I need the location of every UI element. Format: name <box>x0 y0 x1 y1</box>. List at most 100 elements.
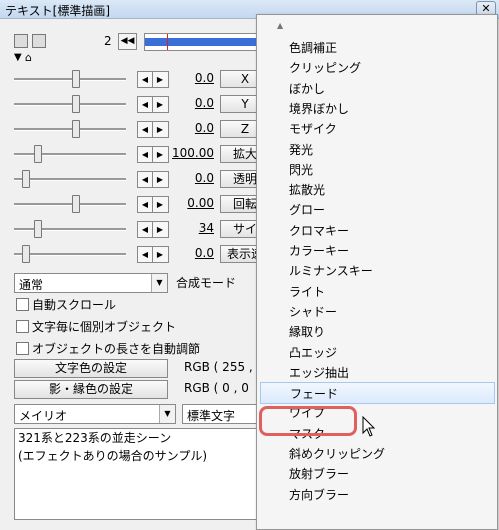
menu-item[interactable]: ライト <box>257 281 497 301</box>
increment-icon[interactable]: ▶ <box>153 247 167 262</box>
scroll-up-icon[interactable]: ▲ <box>277 21 283 30</box>
slider-knob[interactable] <box>72 120 80 138</box>
menu-item[interactable]: シャドー <box>257 301 497 321</box>
slider-knob[interactable] <box>34 220 42 238</box>
menu-item[interactable]: 拡散光 <box>257 179 497 199</box>
menu-item[interactable]: 凸エッジ <box>257 342 497 362</box>
menu-item-label: モザイク <box>289 122 337 137</box>
increment-icon[interactable]: ▶ <box>153 172 167 187</box>
parameter-value[interactable]: 0.0 <box>172 121 214 135</box>
menu-item[interactable]: 色調補正 <box>257 37 497 57</box>
menu-item-label: 発光 <box>289 142 314 157</box>
timeline-bar[interactable] <box>144 33 266 51</box>
slider-track[interactable] <box>14 78 126 81</box>
increment-icon[interactable]: ▶ <box>153 147 167 162</box>
menu-item[interactable]: ぼかし <box>257 78 497 98</box>
decrement-icon[interactable]: ◀ <box>138 247 153 262</box>
chevron-down-icon[interactable]: ▼ <box>159 405 175 423</box>
parameter-row: ◀ ▶ 0.0 Z <box>0 120 270 138</box>
text-color-rgb: RGB ( 255 , <box>184 360 253 374</box>
increment-icon[interactable]: ▶ <box>153 222 167 237</box>
menu-item-label: 色調補正 <box>289 41 338 55</box>
parameter-value[interactable]: 0.0 <box>172 171 214 185</box>
menu-item-label: 放射ブラー <box>289 467 350 482</box>
menu-item-label: カラーキー <box>289 244 350 258</box>
slider-track[interactable] <box>14 253 126 256</box>
text-input[interactable]: 321系と223系の並走シーン (エフェクトありの場合のサンプル) <box>14 428 260 520</box>
auto-length-label: オブジェクトの長さを自動調節 <box>32 342 201 356</box>
slider-knob[interactable] <box>72 70 80 88</box>
menu-item[interactable]: 放射ブラー <box>257 463 497 483</box>
menu-item[interactable]: 斜めクリッピング <box>257 443 497 463</box>
slider-track[interactable] <box>14 228 126 231</box>
menu-item[interactable]: ルミナンスキー <box>257 260 497 280</box>
slider-track[interactable] <box>14 128 126 131</box>
parameter-value[interactable]: 100.00 <box>172 146 214 160</box>
chevron-down-icon[interactable]: ▼ <box>151 274 167 292</box>
increment-icon[interactable]: ▶ <box>153 72 167 87</box>
increment-icon[interactable]: ▶ <box>153 97 167 112</box>
parameter-value[interactable]: 0.0 <box>172 71 214 85</box>
slider-track[interactable] <box>14 178 126 181</box>
camera-icon[interactable] <box>14 34 28 48</box>
decrement-icon[interactable]: ◀ <box>138 72 153 87</box>
menu-item[interactable]: フェード <box>260 382 495 405</box>
auto-scroll-checkbox[interactable] <box>16 298 29 311</box>
font-select[interactable]: メイリオ ▼ <box>14 404 176 424</box>
menu-item[interactable]: エッジ抽出 <box>257 362 497 382</box>
slider-knob[interactable] <box>22 245 30 263</box>
decrement-icon[interactable]: ◀ <box>138 147 153 162</box>
font-style-value: 標準文字 <box>187 409 236 423</box>
auto-length-checkbox[interactable] <box>16 342 29 355</box>
parameter-value[interactable]: 0.0 <box>172 96 214 110</box>
step-buttons: ◀ ▶ <box>137 171 169 188</box>
decrement-icon[interactable]: ◀ <box>138 172 153 187</box>
slider-track[interactable] <box>14 103 126 106</box>
decrement-icon[interactable]: ◀ <box>138 197 153 212</box>
menu-item[interactable]: カラーキー <box>257 240 497 260</box>
shadow-color-button[interactable]: 影・縁色の設定 <box>14 380 168 399</box>
increment-icon[interactable]: ▶ <box>153 197 167 212</box>
menu-item[interactable]: クロマキー <box>257 220 497 240</box>
increment-icon[interactable]: ▶ <box>153 122 167 137</box>
text-line: (エフェクトありの場合のサンプル) <box>18 449 208 463</box>
parameter-value[interactable]: 0.00 <box>172 196 214 210</box>
decrement-icon[interactable]: ◀ <box>138 222 153 237</box>
prev-frame-button[interactable]: ◀◀ <box>118 33 137 50</box>
menu-item[interactable]: 境界ぼかし <box>257 98 497 118</box>
parameter-value[interactable]: 0.0 <box>172 246 214 260</box>
menu-item[interactable]: 方向ブラー <box>257 484 497 504</box>
slider-knob[interactable] <box>72 95 80 113</box>
slider-track[interactable] <box>14 153 126 156</box>
menu-item[interactable]: 縁取り <box>257 321 497 341</box>
menu-item-label: 閃光 <box>289 162 314 177</box>
slider-track[interactable] <box>14 203 126 206</box>
decrement-icon[interactable]: ◀ <box>138 97 153 112</box>
mouse-icon: ⌂ <box>25 51 32 64</box>
text-color-button[interactable]: 文字色の設定 <box>14 359 168 378</box>
per-char-object-label: 文字毎に個別オブジェクト <box>32 320 177 334</box>
menu-item-label: エッジ抽出 <box>289 365 350 380</box>
timeline-cursor[interactable] <box>167 34 168 50</box>
shadow-color-rgb: RGB ( 0 , 0 <box>184 381 249 395</box>
menu-item[interactable]: モザイク <box>257 118 497 138</box>
menu-item[interactable]: 閃光 <box>257 159 497 179</box>
slider-knob[interactable] <box>22 170 30 188</box>
per-char-object-checkbox[interactable] <box>16 320 29 333</box>
expand-arrow-icon[interactable]: ▼ <box>14 52 22 63</box>
decrement-icon[interactable]: ◀ <box>138 122 153 137</box>
slider-knob[interactable] <box>34 145 42 163</box>
slider-knob[interactable] <box>72 195 80 213</box>
menu-item[interactable]: クリッピング <box>257 57 497 77</box>
font-style-select[interactable]: 標準文字 <box>182 404 260 424</box>
menu-item-label: グロー <box>289 203 326 218</box>
menu-item-label: 斜めクリッピング <box>289 447 386 461</box>
parameter-value[interactable]: 34 <box>172 221 214 235</box>
film-icon[interactable] <box>32 34 46 48</box>
text-line: 321系と223系の並走シーン <box>18 431 172 445</box>
frame-number: 2 <box>104 34 112 48</box>
menu-item[interactable]: グロー <box>257 199 497 219</box>
step-buttons: ◀ ▶ <box>137 146 169 163</box>
blend-mode-select[interactable]: 通常 ▼ <box>14 273 168 293</box>
menu-item[interactable]: 発光 <box>257 139 497 159</box>
